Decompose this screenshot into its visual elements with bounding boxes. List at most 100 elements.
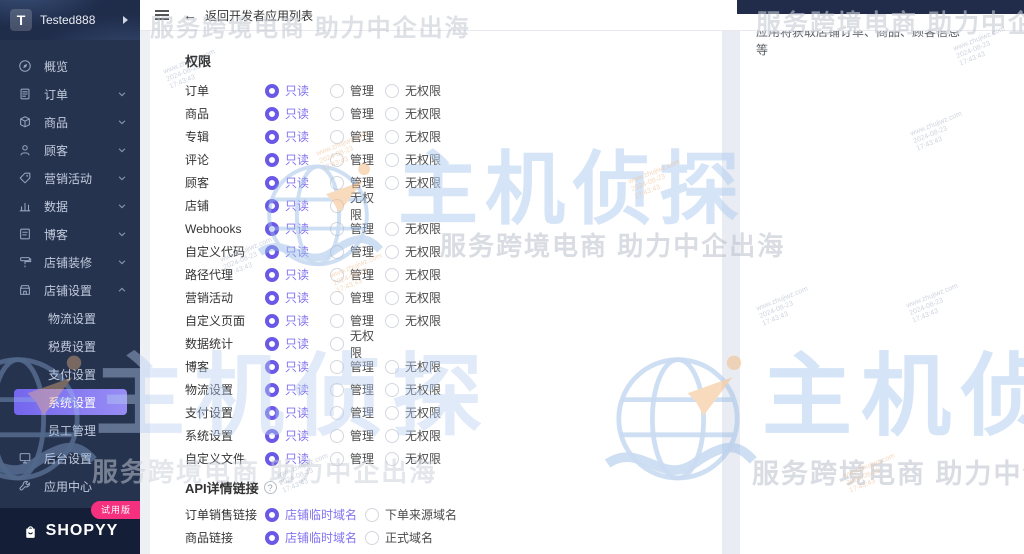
radio-option-selected[interactable]: 只读 [265, 404, 330, 421]
radio-option-label[interactable]: 管理 [350, 266, 374, 283]
radio-selected-icon[interactable] [265, 382, 279, 397]
radio-unselected-icon[interactable] [330, 428, 344, 443]
radio-option[interactable]: 下单来源域名 [365, 506, 500, 523]
radio-option[interactable]: 管理 [330, 220, 385, 237]
radio-unselected-icon[interactable] [330, 405, 344, 420]
radio-unselected-icon[interactable] [330, 106, 344, 121]
radio-option-selected[interactable]: 只读 [265, 427, 330, 444]
sidebar-item[interactable]: 概览 [0, 52, 140, 80]
radio-unselected-icon[interactable] [385, 244, 399, 259]
radio-unselected-icon[interactable] [385, 428, 399, 443]
radio-option-label[interactable]: 管理 [350, 105, 374, 122]
radio-unselected-icon[interactable] [385, 405, 399, 420]
sidebar-item[interactable]: 数据 [0, 192, 140, 220]
radio-unselected-icon[interactable] [385, 175, 399, 190]
radio-option[interactable]: 无权限 [330, 189, 385, 223]
radio-option-selected[interactable]: 只读 [265, 151, 330, 168]
radio-unselected-icon[interactable] [385, 267, 399, 282]
radio-option-label[interactable]: 只读 [285, 266, 309, 283]
sidebar-subitem[interactable]: 税费设置 [0, 332, 140, 360]
radio-option-selected[interactable]: 只读 [265, 197, 330, 214]
radio-option-label[interactable]: 无权限 [405, 266, 441, 283]
radio-unselected-icon[interactable] [385, 313, 399, 328]
radio-option-label[interactable]: 无权限 [405, 105, 441, 122]
radio-unselected-icon[interactable] [330, 175, 344, 190]
radio-option[interactable]: 管理 [330, 289, 385, 306]
radio-option-label[interactable]: 只读 [285, 128, 309, 145]
radio-option-label[interactable]: 无权限 [405, 404, 441, 421]
radio-unselected-icon[interactable] [330, 290, 344, 305]
radio-option[interactable]: 无权限 [385, 266, 460, 283]
sidebar-item[interactable]: 博客 [0, 220, 140, 248]
sidebar-subitem[interactable]: 员工管理 [0, 416, 140, 444]
radio-option-selected[interactable]: 只读 [265, 105, 330, 122]
radio-option[interactable]: 无权限 [385, 450, 460, 467]
radio-option-label[interactable]: 管理 [350, 358, 374, 375]
radio-selected-icon[interactable] [265, 267, 279, 282]
sidebar-item[interactable]: 后台设置 [0, 444, 140, 472]
radio-unselected-icon[interactable] [385, 290, 399, 305]
radio-option-label[interactable]: 无权限 [405, 174, 441, 191]
radio-unselected-icon[interactable] [385, 221, 399, 236]
radio-option[interactable]: 管理 [330, 427, 385, 444]
radio-option-label[interactable]: 管理 [350, 404, 374, 421]
radio-option[interactable]: 无权限 [385, 220, 460, 237]
sidebar-item[interactable]: 应用中心 [0, 472, 140, 500]
radio-unselected-icon[interactable] [385, 382, 399, 397]
radio-option[interactable]: 无权限 [385, 381, 460, 398]
radio-option-label[interactable]: 只读 [285, 243, 309, 260]
radio-selected-icon[interactable] [265, 244, 279, 259]
radio-option[interactable]: 管理 [330, 404, 385, 421]
radio-option-selected[interactable]: 只读 [265, 220, 330, 237]
radio-unselected-icon[interactable] [385, 106, 399, 121]
radio-option[interactable]: 管理 [330, 151, 385, 168]
account-switcher[interactable]: T Tested888 [0, 0, 140, 40]
radio-option-label[interactable]: 无权限 [405, 427, 441, 444]
sidebar-item[interactable]: 顾客 [0, 136, 140, 164]
radio-option-label[interactable]: 管理 [350, 128, 374, 145]
radio-selected-icon[interactable] [265, 152, 279, 167]
radio-unselected-icon[interactable] [330, 83, 344, 98]
radio-option-label[interactable]: 无权限 [350, 189, 385, 223]
radio-option-selected[interactable]: 只读 [265, 381, 330, 398]
radio-option-label[interactable]: 只读 [285, 151, 309, 168]
radio-unselected-icon[interactable] [385, 129, 399, 144]
radio-selected-icon[interactable] [265, 359, 279, 374]
radio-option[interactable]: 管理 [330, 128, 385, 145]
sidebar-item[interactable]: 营销活动 [0, 164, 140, 192]
radio-option-label[interactable]: 无权限 [405, 289, 441, 306]
radio-option[interactable]: 无权限 [385, 174, 460, 191]
sidebar-item[interactable]: 店铺设置 [0, 276, 140, 304]
radio-unselected-icon[interactable] [330, 129, 344, 144]
radio-option-label[interactable]: 只读 [285, 381, 309, 398]
radio-option[interactable]: 无权限 [385, 105, 460, 122]
radio-selected-icon[interactable] [265, 175, 279, 190]
radio-option-label[interactable]: 无权限 [405, 243, 441, 260]
radio-option-label[interactable]: 只读 [285, 289, 309, 306]
radio-option-selected[interactable]: 只读 [265, 312, 330, 329]
radio-option-selected[interactable]: 只读 [265, 243, 330, 260]
radio-option-label[interactable]: 只读 [285, 450, 309, 467]
radio-selected-icon[interactable] [265, 221, 279, 236]
radio-option-label[interactable]: 无权限 [350, 327, 385, 361]
sidebar-item[interactable]: 店铺装修 [0, 248, 140, 276]
radio-option-label[interactable]: 无权限 [405, 358, 441, 375]
radio-option[interactable]: 无权限 [385, 151, 460, 168]
radio-option[interactable]: 管理 [330, 243, 385, 260]
radio-unselected-icon[interactable] [385, 359, 399, 374]
radio-selected-icon[interactable] [265, 290, 279, 305]
back-arrow-icon[interactable]: ← [183, 7, 197, 23]
radio-option-label[interactable]: 无权限 [405, 220, 441, 237]
radio-option-selected[interactable]: 只读 [265, 450, 330, 467]
radio-option[interactable]: 管理 [330, 105, 385, 122]
radio-option[interactable]: 无权限 [385, 404, 460, 421]
scrollbar[interactable] [722, 31, 740, 554]
radio-unselected-icon[interactable] [330, 267, 344, 282]
radio-option-selected[interactable]: 店铺临时域名 [265, 529, 365, 546]
radio-option-label[interactable]: 管理 [350, 289, 374, 306]
radio-selected-icon[interactable] [265, 428, 279, 443]
radio-unselected-icon[interactable] [330, 221, 344, 236]
radio-selected-icon[interactable] [265, 106, 279, 121]
radio-option-label[interactable]: 只读 [285, 427, 309, 444]
radio-option[interactable]: 管理 [330, 82, 385, 99]
